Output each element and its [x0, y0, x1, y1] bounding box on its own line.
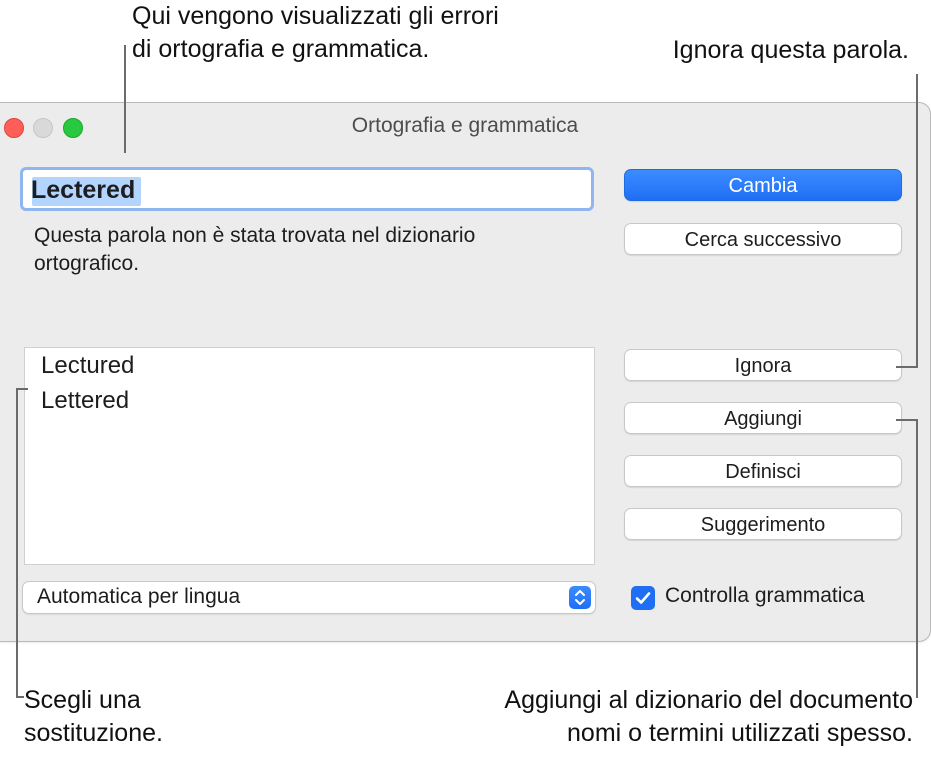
not-found-message: Questa parola non è stata trovata nel di… — [34, 222, 594, 278]
callout-errors-line2: di ortografia e grammatica. — [132, 35, 430, 63]
callout-choose-line2: sostituzione. — [24, 719, 163, 747]
guess-button[interactable]: Suggerimento — [624, 508, 902, 540]
callout-add-line2: nomi o termini utilizzati spesso. — [567, 719, 913, 747]
find-next-button[interactable]: Cerca successivo — [624, 223, 902, 255]
grammar-checkbox[interactable] — [631, 586, 655, 610]
callout-errors: Qui vengono visualizzati gli errori di o… — [132, 0, 499, 66]
callout-line-errors — [124, 45, 126, 153]
suggestion-item[interactable]: Lectured — [41, 352, 134, 380]
checkmark-icon — [635, 592, 651, 604]
grammar-checkbox-label[interactable]: Controlla grammatica — [665, 584, 865, 608]
suggestion-item[interactable]: Lettered — [41, 387, 129, 415]
language-select-value: Automatica per lingua — [37, 585, 241, 608]
callout-line-add — [916, 419, 918, 698]
callout-choose-line1: Scegli una — [24, 686, 141, 714]
misspelled-word-field[interactable] — [20, 167, 594, 211]
callout-errors-line1: Qui vengono visualizzati gli errori — [132, 2, 499, 30]
define-button[interactable]: Definisci — [624, 455, 902, 487]
misspelled-word-input[interactable] — [31, 174, 571, 206]
learn-button[interactable]: Aggiungi — [624, 402, 902, 434]
not-found-message-line1: Questa parola non è stata trovata nel di… — [34, 224, 476, 247]
change-button[interactable]: Cambia — [624, 169, 902, 201]
callout-line-choose — [16, 388, 18, 698]
callout-line-ignore — [916, 74, 918, 368]
window-title: Ortografia e grammatica — [351, 114, 579, 137]
title-bar[interactable]: Ortografia e grammatica — [0, 103, 930, 147]
language-select[interactable]: Automatica per lingua — [22, 581, 596, 614]
callout-add: Aggiungi al dizionario del documento nom… — [504, 684, 913, 750]
spelling-window: Ortografia e grammatica Questa parola no… — [0, 102, 931, 642]
suggestions-list[interactable]: Lectured Lettered — [24, 347, 595, 565]
callout-add-line1: Aggiungi al dizionario del documento — [504, 686, 913, 714]
up-down-arrows-icon[interactable] — [569, 586, 591, 609]
callout-ignore: Ignora questa parola. — [673, 34, 909, 67]
callout-ignore-text: Ignora questa parola. — [672, 36, 909, 64]
not-found-message-line2: ortografico. — [34, 252, 140, 275]
callout-line-choose-end — [16, 696, 24, 698]
callout-line-ignore-tick — [896, 366, 918, 368]
callout-choose: Scegli una sostituzione. — [24, 684, 163, 750]
ignore-button[interactable]: Ignora — [624, 349, 902, 381]
callout-line-add-tick — [896, 419, 918, 421]
